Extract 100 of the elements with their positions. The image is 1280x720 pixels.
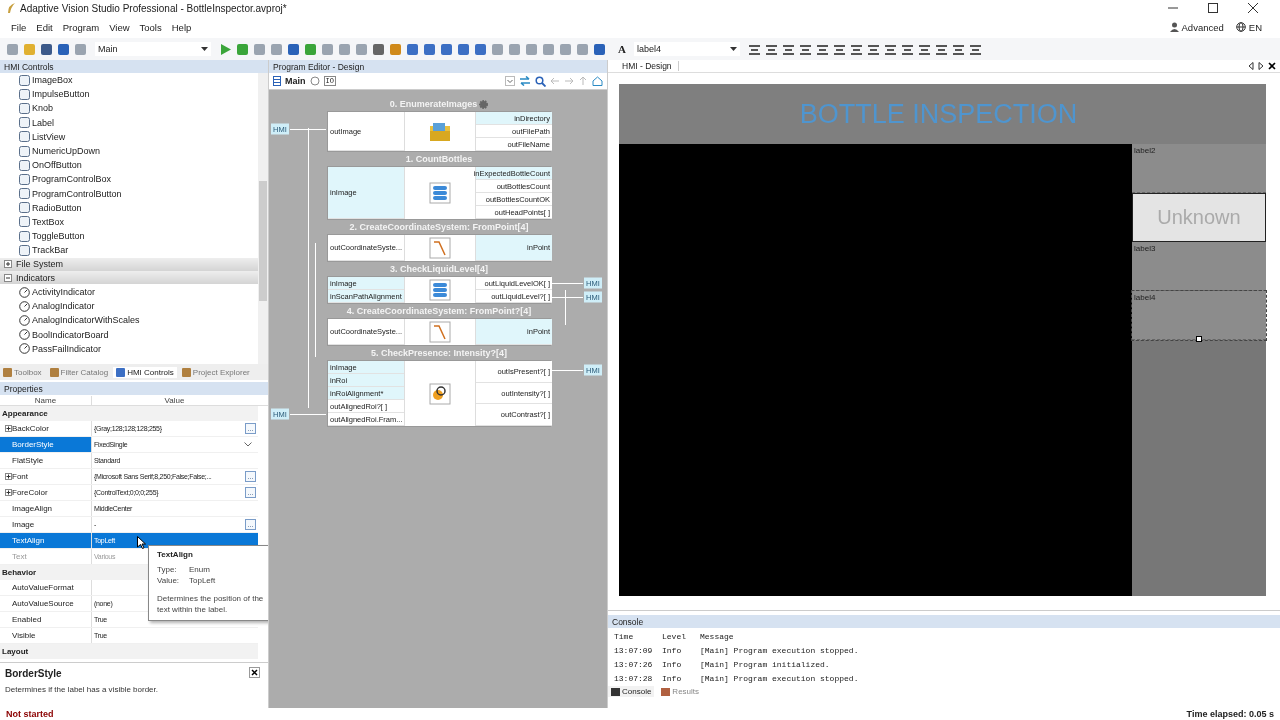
align-icon[interactable] xyxy=(917,42,931,56)
resize-handle[interactable] xyxy=(1196,336,1202,342)
panel-tab[interactable]: Console xyxy=(608,686,655,697)
document-tab[interactable]: HMI - Design xyxy=(608,61,679,71)
control-item[interactable]: RadioButton xyxy=(0,200,258,215)
control-item[interactable]: AnalogIndicatorWithScales xyxy=(0,313,258,328)
property-name[interactable]: Image xyxy=(0,517,92,533)
swap-icon[interactable] xyxy=(519,76,531,86)
align-icon[interactable] xyxy=(781,42,795,56)
close-icon[interactable] xyxy=(249,667,260,679)
maximize-icon[interactable] xyxy=(1208,3,1218,13)
hmi-label[interactable]: label2 xyxy=(1132,144,1266,193)
user-mode-menu[interactable]: Advanced xyxy=(1181,21,1224,33)
control-item[interactable]: ImpulseButton xyxy=(0,87,258,102)
property-name[interactable]: TextAlign xyxy=(0,533,92,549)
program-selector[interactable]: Main xyxy=(95,42,211,56)
filter-icon xyxy=(429,120,451,143)
property-name[interactable]: Enabled xyxy=(0,612,92,628)
menu-item[interactable]: File xyxy=(6,21,32,33)
control-icon xyxy=(19,188,30,200)
close-icon[interactable] xyxy=(1248,3,1258,13)
expander-icon[interactable] xyxy=(4,273,12,282)
column-header: Name xyxy=(0,395,92,405)
menu-item[interactable]: View xyxy=(104,21,135,33)
home-icon[interactable] xyxy=(592,76,603,86)
control-item[interactable]: BoolIndicatorBoard xyxy=(0,327,258,342)
control-item[interactable]: NumericUpDown xyxy=(0,143,258,159)
category-header[interactable]: Layout xyxy=(0,644,258,660)
menu-item[interactable]: Tools xyxy=(134,21,167,33)
property-name[interactable]: BorderStyle xyxy=(0,437,92,453)
close-icon[interactable] xyxy=(1268,62,1276,70)
play-icon[interactable] xyxy=(219,42,232,56)
panel-tab[interactable]: Results xyxy=(658,686,703,697)
menu-item[interactable]: Help xyxy=(166,21,197,33)
menu-item[interactable]: Edit xyxy=(31,21,58,33)
control-item[interactable]: OnOffButton xyxy=(0,158,258,173)
control-item[interactable]: Label xyxy=(0,115,258,130)
log-message: [Main] Program execution stopped. xyxy=(700,645,859,655)
align-icon[interactable] xyxy=(764,42,778,56)
align-icon[interactable] xyxy=(866,42,880,56)
panel-tab[interactable]: Project Explorer xyxy=(178,366,253,378)
dropdown-icon[interactable] xyxy=(244,442,252,448)
control-item[interactable]: ListView xyxy=(0,129,258,144)
scroll-left-icon[interactable] xyxy=(1248,62,1254,70)
control-item[interactable]: TrackBar xyxy=(0,243,258,258)
property-name[interactable]: Visible xyxy=(0,628,92,644)
control-icon xyxy=(19,131,30,143)
hmi-label[interactable]: label4 xyxy=(1132,291,1266,340)
property-name[interactable]: ImageAlign xyxy=(0,501,92,517)
expand-icon[interactable] xyxy=(5,489,12,497)
align-icon[interactable] xyxy=(832,42,846,56)
expander-icon[interactable] xyxy=(4,260,12,269)
align-icon[interactable] xyxy=(900,42,914,56)
expand-icon[interactable] xyxy=(5,473,12,481)
property-name[interactable]: FlatStyle xyxy=(0,453,92,469)
scroll-right-icon[interactable] xyxy=(1258,62,1264,70)
language-menu[interactable]: EN xyxy=(1248,21,1262,33)
panel-tab[interactable]: Toolbox xyxy=(0,366,45,378)
group-header[interactable]: Indicators xyxy=(0,271,258,285)
align-icon[interactable] xyxy=(747,42,761,56)
align-icon[interactable] xyxy=(883,42,897,56)
property-name[interactable]: AutoValueSource xyxy=(0,596,92,612)
control-icon xyxy=(19,216,30,228)
gauge-icon xyxy=(19,329,30,341)
control-item[interactable]: PassFailIndicator xyxy=(0,341,258,356)
align-icon[interactable] xyxy=(815,42,829,56)
control-item[interactable]: ToggleButton xyxy=(0,229,258,244)
tool-icon[interactable] xyxy=(338,42,351,56)
search-icon[interactable] xyxy=(535,75,546,87)
panel-tab[interactable]: HMI Controls xyxy=(113,366,177,378)
align-icon[interactable] xyxy=(849,42,863,56)
hmi-label[interactable]: label3 xyxy=(1132,242,1266,291)
tool-icon[interactable] xyxy=(355,42,368,56)
menu-item[interactable]: Program xyxy=(57,21,105,33)
gear-icon[interactable] xyxy=(479,99,489,109)
control-selector[interactable]: label4 xyxy=(633,42,740,56)
property-name[interactable]: AutoValueFormat xyxy=(0,580,92,596)
tool-icon[interactable] xyxy=(321,42,334,56)
group-header[interactable]: File System xyxy=(0,257,258,271)
category-header[interactable]: Appearance xyxy=(0,406,258,422)
scrollbar[interactable] xyxy=(258,73,268,364)
panel-tab[interactable]: Filter Catalog xyxy=(46,366,112,378)
control-item[interactable]: Knob xyxy=(0,101,258,116)
expand-icon[interactable] xyxy=(5,425,12,433)
property-name[interactable]: Font xyxy=(0,469,92,485)
macro-path[interactable]: Main xyxy=(285,76,306,86)
control-item[interactable]: ImageBox xyxy=(0,73,258,88)
align-icon[interactable] xyxy=(968,42,982,56)
align-icon[interactable] xyxy=(951,42,965,56)
property-name[interactable]: BackColor xyxy=(0,421,92,437)
control-item[interactable]: AnalogIndicator xyxy=(0,299,258,314)
control-item[interactable]: ProgramControlButton xyxy=(0,186,258,201)
control-item[interactable]: TextBox xyxy=(0,214,258,230)
control-item[interactable]: ActivityIndicator xyxy=(0,284,258,300)
control-item[interactable]: ProgramControlBox xyxy=(0,172,258,187)
align-icon[interactable] xyxy=(934,42,948,56)
align-icon[interactable] xyxy=(798,42,812,56)
window-title: Adaptive Vision Studio Professional - BottleInspector.avproj* xyxy=(20,2,287,14)
property-name[interactable]: ForeColor xyxy=(0,485,92,501)
tab-icon xyxy=(611,687,620,696)
